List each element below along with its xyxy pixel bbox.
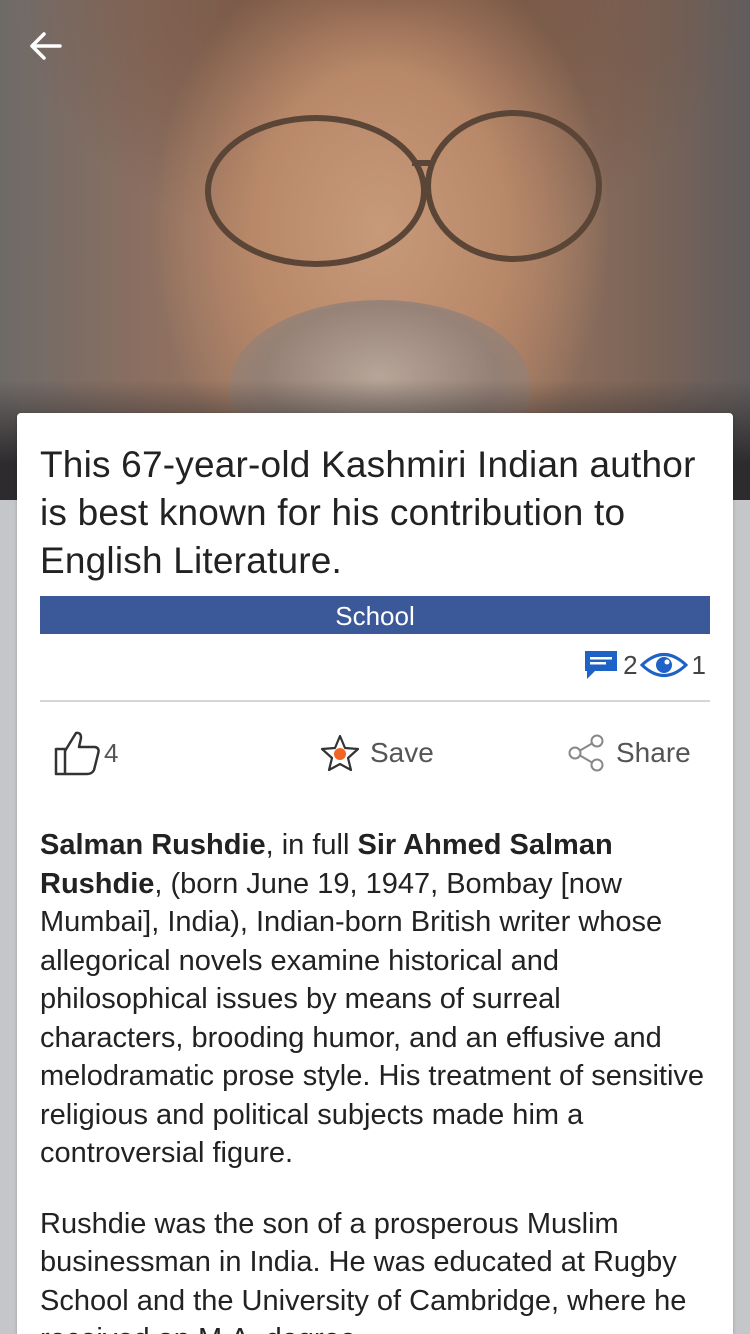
article-paragraph-2: Rushdie was the son of a prosperous Musl… (40, 1207, 687, 1334)
stats-row: 2 1 (583, 648, 708, 682)
share-button[interactable]: Share (566, 718, 691, 788)
eye-icon (639, 653, 688, 677)
save-label: Save (370, 737, 434, 768)
comment-icon (585, 651, 618, 679)
star-icon (320, 734, 360, 772)
text-run: , in full (265, 829, 358, 861)
share-label: Share (616, 737, 691, 768)
back-button[interactable] (22, 26, 68, 66)
hero-photo-glasses-right (425, 110, 602, 262)
arrow-left-icon (30, 32, 62, 60)
share-icon (568, 734, 604, 772)
article-paragraph-1: Salman Rushdie, in full Sir Ahmed Salman… (40, 826, 710, 1173)
text-run: , (born June 19, 1947, Bombay [now Mumba… (40, 867, 705, 1170)
article-body: Salman Rushdie, in full Sir Ahmed Salman… (40, 826, 710, 1334)
like-count: 4 (104, 737, 119, 768)
question-title: This 67-year-old Kashmiri Indian author … (40, 444, 696, 581)
question-card: This 67-year-old Kashmiri Indian author … (17, 413, 733, 1334)
views-count: 1 (691, 649, 706, 680)
action-bar: 4 Save Share (40, 718, 710, 788)
comments-count: 2 (623, 649, 638, 680)
thumbs-up-icon (54, 731, 100, 776)
save-button[interactable]: Save (320, 718, 434, 788)
hero-photo-glasses-left (205, 115, 427, 267)
divider (40, 700, 710, 702)
category-banner[interactable]: School (40, 596, 710, 634)
subject-name: Salman Rushdie (40, 829, 266, 861)
article-screen: This 67-year-old Kashmiri Indian author … (0, 0, 750, 1334)
like-button[interactable]: 4 (52, 718, 118, 788)
